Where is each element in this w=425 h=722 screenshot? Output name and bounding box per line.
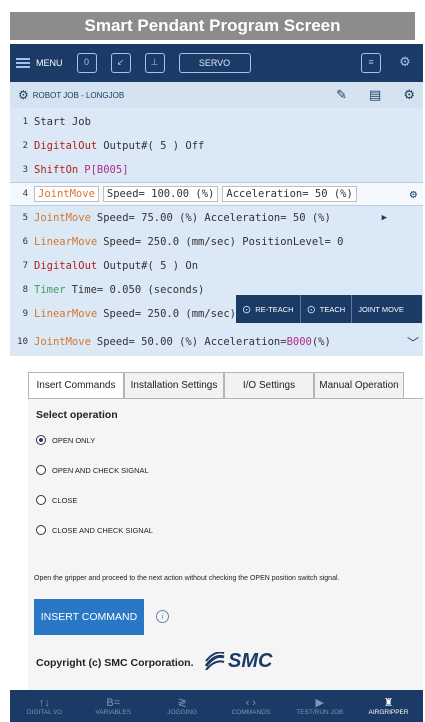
info-icon[interactable]: i — [156, 610, 169, 623]
insert-command-button[interactable]: INSERT COMMAND — [34, 599, 144, 635]
cursor-arrow-icon: ▶ — [381, 213, 387, 223]
robot-job-icon: ⚙ — [18, 88, 29, 102]
radio[interactable] — [36, 465, 46, 475]
tab-manual-operation[interactable]: Manual Operation — [314, 372, 404, 398]
select-operation-title: Select operation — [36, 409, 118, 421]
tool-icon[interactable]: 0 — [76, 53, 97, 73]
caption-title: Smart Pendant Program Screen — [10, 12, 415, 40]
nav-variables[interactable]: B= VARIABLES — [79, 690, 148, 722]
servo-button[interactable]: SERVO — [178, 53, 251, 73]
line-settings-gear-icon[interactable]: ⚙ — [410, 187, 417, 201]
job-line[interactable]: 5 JointMove Speed= 75.00 (%) Acceleratio… — [10, 206, 423, 230]
nav-commands[interactable]: ‹ › COMMANDS — [216, 690, 285, 722]
insert-commands-body: Select operation OPEN ONLY OPEN AND CHEC… — [28, 398, 423, 690]
bottom-navigation: ↑↓ DIGITAL I/O B= VARIABLES ≷ JOGGING ‹ … — [10, 690, 423, 722]
settings-gear-icon[interactable]: ⚙ — [403, 87, 415, 103]
menu-button[interactable]: MENU — [16, 58, 63, 68]
play-icon: ▶ — [315, 696, 324, 709]
tab-installation-settings[interactable]: Installation Settings — [124, 372, 224, 398]
tab-insert-commands[interactable]: Insert Commands — [28, 372, 124, 398]
reteach-button[interactable]: ⊙ RE-TEACH — [236, 295, 300, 323]
option-close-and-check[interactable]: CLOSE AND CHECK SIGNAL — [36, 525, 153, 535]
joint-move-button[interactable]: JOINT MOVE — [351, 295, 410, 323]
smc-logo: SMC — [204, 649, 272, 673]
teach-button[interactable]: ⊙ TEACH — [299, 295, 352, 323]
teach-toolbar: ⊙ RE-TEACH ⊙ TEACH JOINT MOVE — [236, 295, 422, 323]
edit-pencil-icon[interactable]: ✎ — [336, 87, 347, 103]
chevron-down-icon[interactable]: ﹀ — [407, 334, 419, 351]
job-line[interactable]: 10 JointMove Speed= 50.00 (%) Accelerati… — [10, 330, 423, 354]
job-line[interactable]: 7 DigitalOut Output#( 5 ) On — [10, 254, 423, 278]
coordinate-frame-icon[interactable]: ↙ — [110, 53, 131, 73]
option-open-only[interactable]: OPEN ONLY — [36, 435, 95, 445]
panel-tabs: Insert Commands Installation Settings I/… — [28, 372, 404, 398]
copyright-text: Copyright (c) SMC Corporation. — [36, 657, 194, 669]
list-icon[interactable]: ▤ — [369, 87, 381, 103]
job-line[interactable]: 2 DigitalOut Output#( 5 ) Off — [10, 134, 423, 158]
airgripper-panel: Insert Commands Installation Settings I/… — [10, 356, 423, 690]
job-title: ROBOT JOB - LONGJOB — [32, 90, 125, 100]
radio[interactable] — [36, 525, 46, 535]
pendant-screen: MENU 0 ↙ ⊥ SERVO ≡ ⚙ ⚙ ROBOT JOB - LONGJ… — [10, 44, 423, 722]
job-line[interactable]: 6 LinearMove Speed= 250.0 (mm/sec) Posit… — [10, 230, 423, 254]
jogging-icon: ≷ — [177, 696, 187, 709]
radio[interactable] — [36, 495, 46, 505]
nav-test-run-job[interactable]: ▶ TEST/RUN JOB — [285, 690, 354, 722]
nav-digital-io[interactable]: ↑↓ DIGITAL I/O — [10, 690, 79, 722]
job-line[interactable]: 3 ShiftOn P[B005] — [10, 158, 423, 182]
tab-io-settings[interactable]: I/O Settings — [224, 372, 314, 398]
robot-arm-icon[interactable]: ⚙ — [395, 53, 415, 73]
nav-airgripper[interactable]: ♜ AIRGRIPPER — [354, 690, 423, 722]
location-pin-icon: ⊙ — [242, 303, 252, 316]
menu-label: MENU — [36, 58, 63, 68]
nav-jogging[interactable]: ≷ JOGGING — [148, 690, 217, 722]
job-line[interactable]: 1 Start Job — [10, 110, 423, 134]
smc-swirl-icon — [204, 652, 225, 670]
radio-selected[interactable] — [36, 435, 46, 445]
location-pin-icon: ⊙ — [306, 303, 316, 316]
commands-icon: ‹ › — [245, 696, 257, 709]
option-description: Open the gripper and proceed to the next… — [34, 575, 340, 582]
hamburger-icon — [16, 58, 30, 68]
digital-io-icon: ↑↓ — [38, 696, 50, 709]
job-line-selected[interactable]: 4 JointMove Speed= 100.00 (%) Accelerati… — [10, 182, 423, 206]
job-title-bar: ⚙ ROBOT JOB - LONGJOB ✎ ▤ ⚙ — [10, 82, 423, 108]
message-icon[interactable]: ≡ — [361, 53, 381, 73]
top-toolbar: MENU 0 ↙ ⊥ SERVO ≡ ⚙ — [10, 44, 423, 82]
option-open-and-check[interactable]: OPEN AND CHECK SIGNAL — [36, 465, 149, 475]
gripper-icon: ♜ — [383, 696, 394, 709]
user-frame-icon[interactable]: ⊥ — [144, 53, 165, 73]
option-close[interactable]: CLOSE — [36, 495, 77, 505]
variables-icon: B= — [106, 696, 121, 709]
